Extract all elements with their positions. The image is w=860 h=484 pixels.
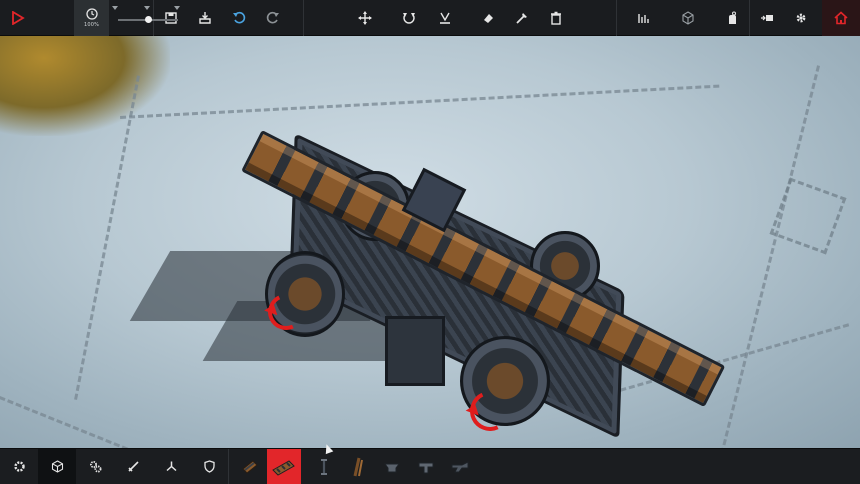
category-basic-blocks[interactable]: [38, 448, 76, 484]
boundary-line: [0, 396, 186, 448]
settings-button[interactable]: [784, 0, 818, 36]
translate-icon: [358, 10, 372, 25]
simulate-button[interactable]: [0, 0, 36, 36]
machine-column[interactable]: [385, 316, 445, 386]
block-wooden-block[interactable]: [233, 449, 267, 484]
weapons-icon: [127, 461, 139, 472]
ground-ornament: [769, 177, 847, 255]
camera-button[interactable]: [750, 0, 784, 36]
basic-blocks-icon: [51, 460, 63, 473]
flip-icon: [440, 12, 450, 24]
cube-view-icon: [682, 10, 694, 25]
wooden-block-icon: [242, 459, 258, 474]
category-mechanical[interactable]: [76, 449, 114, 484]
trash-icon: [551, 11, 561, 25]
redo-icon: [266, 11, 279, 23]
settings-icon: [796, 13, 806, 22]
hinge-icon: [418, 462, 434, 473]
game-viewport[interactable]: [0, 36, 860, 448]
hand-icon: [729, 11, 736, 24]
stats-icon: [638, 13, 649, 23]
brace-icon: [321, 458, 327, 475]
time-scale-button[interactable]: 100%: [74, 0, 109, 36]
pin-icon: [516, 12, 527, 24]
home-button[interactable]: [822, 0, 860, 36]
translate-tool-button[interactable]: [348, 0, 382, 36]
camera-icon: [761, 14, 773, 21]
block-brace[interactable]: [307, 449, 341, 484]
home-icon: [834, 10, 848, 24]
armour-icon: [203, 460, 215, 473]
eraser-icon: [484, 13, 493, 23]
undo-button[interactable]: [222, 0, 256, 36]
load-button[interactable]: [188, 0, 222, 36]
time-scale-control: 100%: [36, 0, 180, 36]
block-toolbar: [0, 448, 860, 484]
category-weapons[interactable]: [114, 449, 152, 484]
rotate-tool-button[interactable]: [392, 0, 426, 36]
undo-icon: [233, 11, 246, 23]
category-armour[interactable]: [190, 449, 228, 484]
decoupler-icon: [451, 460, 469, 472]
eraser-tool-button[interactable]: [471, 0, 505, 36]
stats-button[interactable]: [627, 0, 661, 36]
block-pole[interactable]: [341, 449, 375, 484]
block-log[interactable]: [267, 448, 301, 484]
ballast-icon: [384, 463, 400, 472]
grass-patch: [0, 36, 170, 136]
category-starting-block[interactable]: [0, 449, 38, 484]
redo-button[interactable]: [256, 0, 290, 36]
slider-mark: [112, 5, 118, 10]
starting-block-icon: [13, 461, 25, 472]
boundary-line: [720, 65, 820, 448]
delete-button[interactable]: [539, 0, 573, 36]
hand-tool-button[interactable]: [715, 0, 749, 36]
flip-tool-button[interactable]: [428, 0, 462, 36]
category-flight[interactable]: [152, 449, 190, 484]
clock-icon: [85, 7, 98, 20]
play-icon: [12, 10, 25, 25]
block-hinge[interactable]: [409, 449, 443, 484]
pole-icon: [353, 457, 363, 476]
block-ballast[interactable]: [375, 449, 409, 484]
boundary-line: [120, 84, 720, 119]
rotate-icon: [403, 12, 415, 24]
top-toolbar: 100%: [0, 0, 860, 36]
slider-mark: [174, 5, 180, 10]
block-decoupler[interactable]: [443, 449, 477, 484]
time-scale-slider-knob[interactable]: [144, 15, 152, 23]
slider-mark: [144, 5, 150, 10]
pin-tool-button[interactable]: [505, 0, 539, 36]
load-icon: [199, 11, 211, 24]
log-block-icon: [272, 459, 295, 476]
time-scale-percent: 100%: [83, 21, 100, 28]
mechanical-icon: [89, 461, 101, 473]
flight-icon: [166, 461, 176, 472]
view-mode-button[interactable]: [671, 0, 705, 36]
